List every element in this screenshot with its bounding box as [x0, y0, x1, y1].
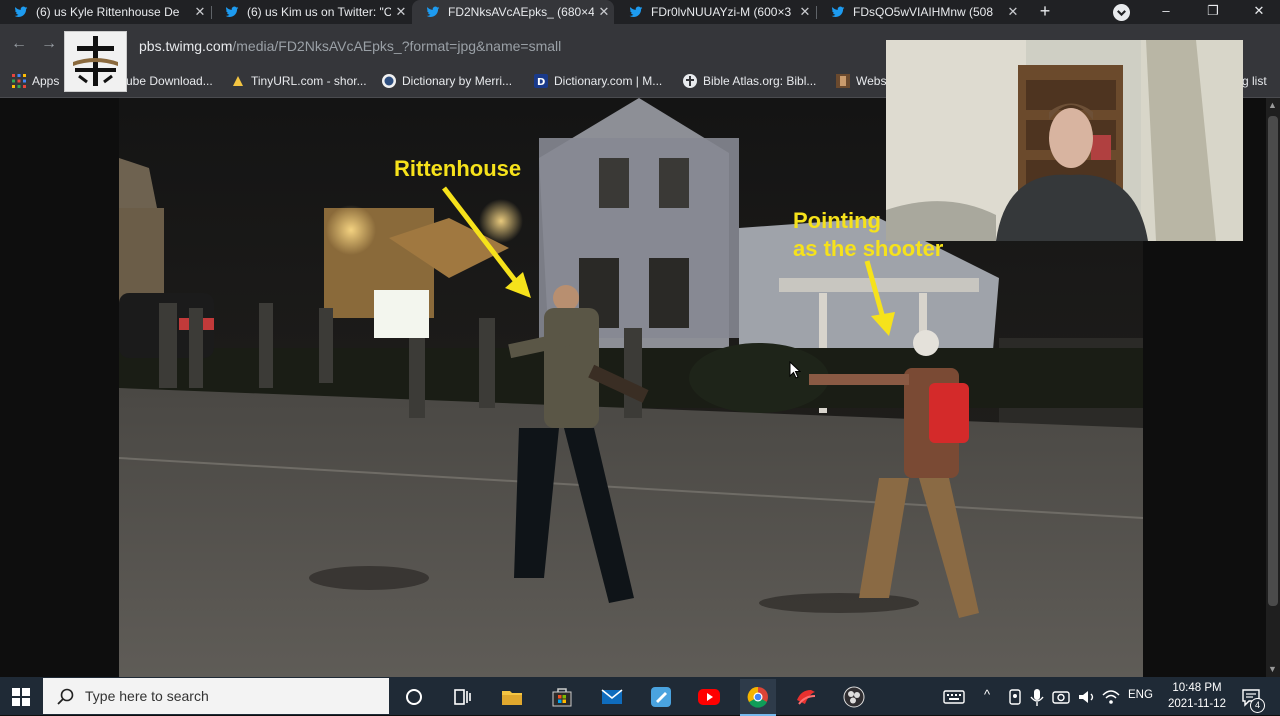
- chrome-icon[interactable]: [747, 686, 769, 708]
- tab-fdr0lv-image[interactable]: FDr0lvNUUAYzi-M (600×3 ✕: [615, 0, 815, 24]
- bookmark-tinyurl[interactable]: TinyURL.com - shor...: [231, 72, 367, 90]
- search-placeholder: Type here to search: [85, 688, 209, 704]
- url-path: /media/FD2NksAVcAEpks_?format=jpg&name=s…: [232, 38, 562, 54]
- clock-time: 10:48 PM: [1172, 682, 1222, 694]
- mail-icon[interactable]: [601, 686, 623, 708]
- tab-title: (6) us Kim us on Twitter: "C: [247, 5, 391, 19]
- system-clock[interactable]: 10:48 PM 2021-11-12: [1160, 680, 1234, 712]
- minimize-button[interactable]: –: [1146, 0, 1186, 24]
- close-tab-icon[interactable]: ✕: [594, 4, 614, 20]
- twitter-icon: [426, 6, 440, 18]
- bookmark-youtube-download[interactable]: ube Download...: [126, 72, 213, 90]
- scroll-up-icon[interactable]: ▲: [1268, 100, 1277, 110]
- webcam-video: [886, 40, 1243, 241]
- restore-button[interactable]: ❐: [1193, 0, 1233, 24]
- bookmark-bible-atlas[interactable]: Bible Atlas.org: Bibl...: [683, 72, 816, 90]
- url-host: pbs.twimg.com: [139, 38, 233, 54]
- keyboard-icon[interactable]: [943, 686, 965, 708]
- red-app-icon[interactable]: [795, 686, 817, 708]
- forward-arrow-icon[interactable]: →: [41, 35, 57, 53]
- close-tab-icon[interactable]: ✕: [1003, 4, 1023, 20]
- tab-search-button[interactable]: [1113, 4, 1130, 21]
- close-window-button[interactable]: ✕: [1239, 0, 1279, 24]
- address-bar[interactable]: pbs.twimg.com/media/FD2NksAVcAEpks_?form…: [139, 38, 561, 54]
- tab-fdsqo5-image[interactable]: FDsQO5wVIAIHMnw (508 ✕: [817, 0, 1023, 24]
- mouse-cursor-icon: [789, 361, 801, 379]
- bookmark-label: ube Download...: [126, 74, 213, 88]
- language-indicator[interactable]: ENG: [1128, 689, 1153, 701]
- close-tab-icon[interactable]: ✕: [391, 4, 411, 20]
- tab-title: FDr0lvNUUAYzi-M (600×3: [651, 5, 792, 19]
- tab-title: FD2NksAVcAEpks_ (680×4: [448, 5, 594, 19]
- annotation-rittenhouse: Rittenhouse: [394, 156, 521, 181]
- file-explorer-icon[interactable]: [501, 686, 523, 708]
- twitter-icon: [831, 6, 845, 18]
- bookmark-website[interactable]: Webs: [836, 72, 886, 90]
- tinyurl-icon: [233, 76, 243, 86]
- cortana-icon[interactable]: [403, 686, 425, 708]
- search-icon: [57, 688, 74, 705]
- bible-atlas-icon: [683, 74, 697, 88]
- tab-kyle-rittenhouse[interactable]: (6) us Kyle Rittenhouse De ✕: [0, 0, 210, 24]
- svg-text:D: D: [537, 77, 545, 88]
- annotation-pointing: Pointing: [793, 208, 881, 233]
- tab-title: FDsQO5wVIAIHMnw (508: [853, 5, 994, 19]
- bookmark-reading-list[interactable]: g list: [1242, 72, 1267, 90]
- clock-date: 2021-11-12: [1168, 698, 1226, 710]
- tray-app-icon[interactable]: [1004, 686, 1026, 708]
- microphone-icon[interactable]: [1026, 686, 1048, 708]
- obs-icon[interactable]: [843, 686, 865, 708]
- camera-tray-icon[interactable]: [1050, 686, 1072, 708]
- new-tab-button[interactable]: +: [1034, 0, 1056, 24]
- bookmark-label: Dictionary by Merri...: [402, 74, 513, 88]
- bookmark-label: g list: [1242, 74, 1267, 88]
- youtube-icon[interactable]: [698, 686, 720, 708]
- bookmark-apps[interactable]: Apps: [12, 72, 59, 90]
- chevron-up-icon[interactable]: ^: [984, 687, 990, 702]
- speaker-icon[interactable]: [1076, 686, 1098, 708]
- bookmark-label: Bible Atlas.org: Bibl...: [703, 74, 817, 88]
- bookmark-label: TinyURL.com - shor...: [251, 74, 367, 88]
- microsoft-store-icon[interactable]: [551, 686, 573, 708]
- chevron-down-icon: [1117, 10, 1126, 17]
- bookmark-merriam-webster[interactable]: Dictionary by Merri...: [382, 72, 512, 90]
- twitter-icon: [14, 6, 28, 18]
- cross-logo-icon: [73, 36, 118, 86]
- scrollbar-thumb[interactable]: [1268, 116, 1278, 606]
- notification-count-badge: 4: [1250, 698, 1265, 713]
- channel-logo: [64, 31, 127, 92]
- task-view-icon[interactable]: [451, 686, 473, 708]
- twitter-icon: [225, 6, 239, 18]
- skype-notes-icon[interactable]: [650, 686, 672, 708]
- tab-kim-us-twitter[interactable]: (6) us Kim us on Twitter: "C ✕: [211, 0, 411, 24]
- dictionary-com-icon: D: [534, 74, 548, 88]
- close-tab-icon[interactable]: ✕: [795, 4, 815, 20]
- bookmark-label: Webs: [856, 74, 887, 88]
- close-tab-icon[interactable]: ✕: [190, 4, 210, 20]
- tab-fd2nks-image[interactable]: FD2NksAVcAEpks_ (680×4 ✕: [412, 0, 614, 24]
- bookmark-dictionary-com[interactable]: D Dictionary.com | M...: [534, 72, 662, 90]
- windows-start-icon[interactable]: [12, 688, 30, 706]
- bookmark-label: Apps: [32, 74, 60, 88]
- tab-title: (6) us Kyle Rittenhouse De: [36, 5, 180, 19]
- website-icon: [836, 74, 850, 88]
- scroll-down-icon[interactable]: ▼: [1268, 664, 1277, 674]
- wifi-icon[interactable]: [1100, 686, 1122, 708]
- webcam-overlay: [886, 40, 1243, 241]
- apps-grid-icon: [12, 74, 26, 88]
- twitter-icon: [629, 6, 643, 18]
- merriam-webster-icon: [382, 74, 396, 88]
- back-arrow-icon[interactable]: ←: [11, 35, 27, 53]
- bookmark-label: Dictionary.com | M...: [554, 74, 663, 88]
